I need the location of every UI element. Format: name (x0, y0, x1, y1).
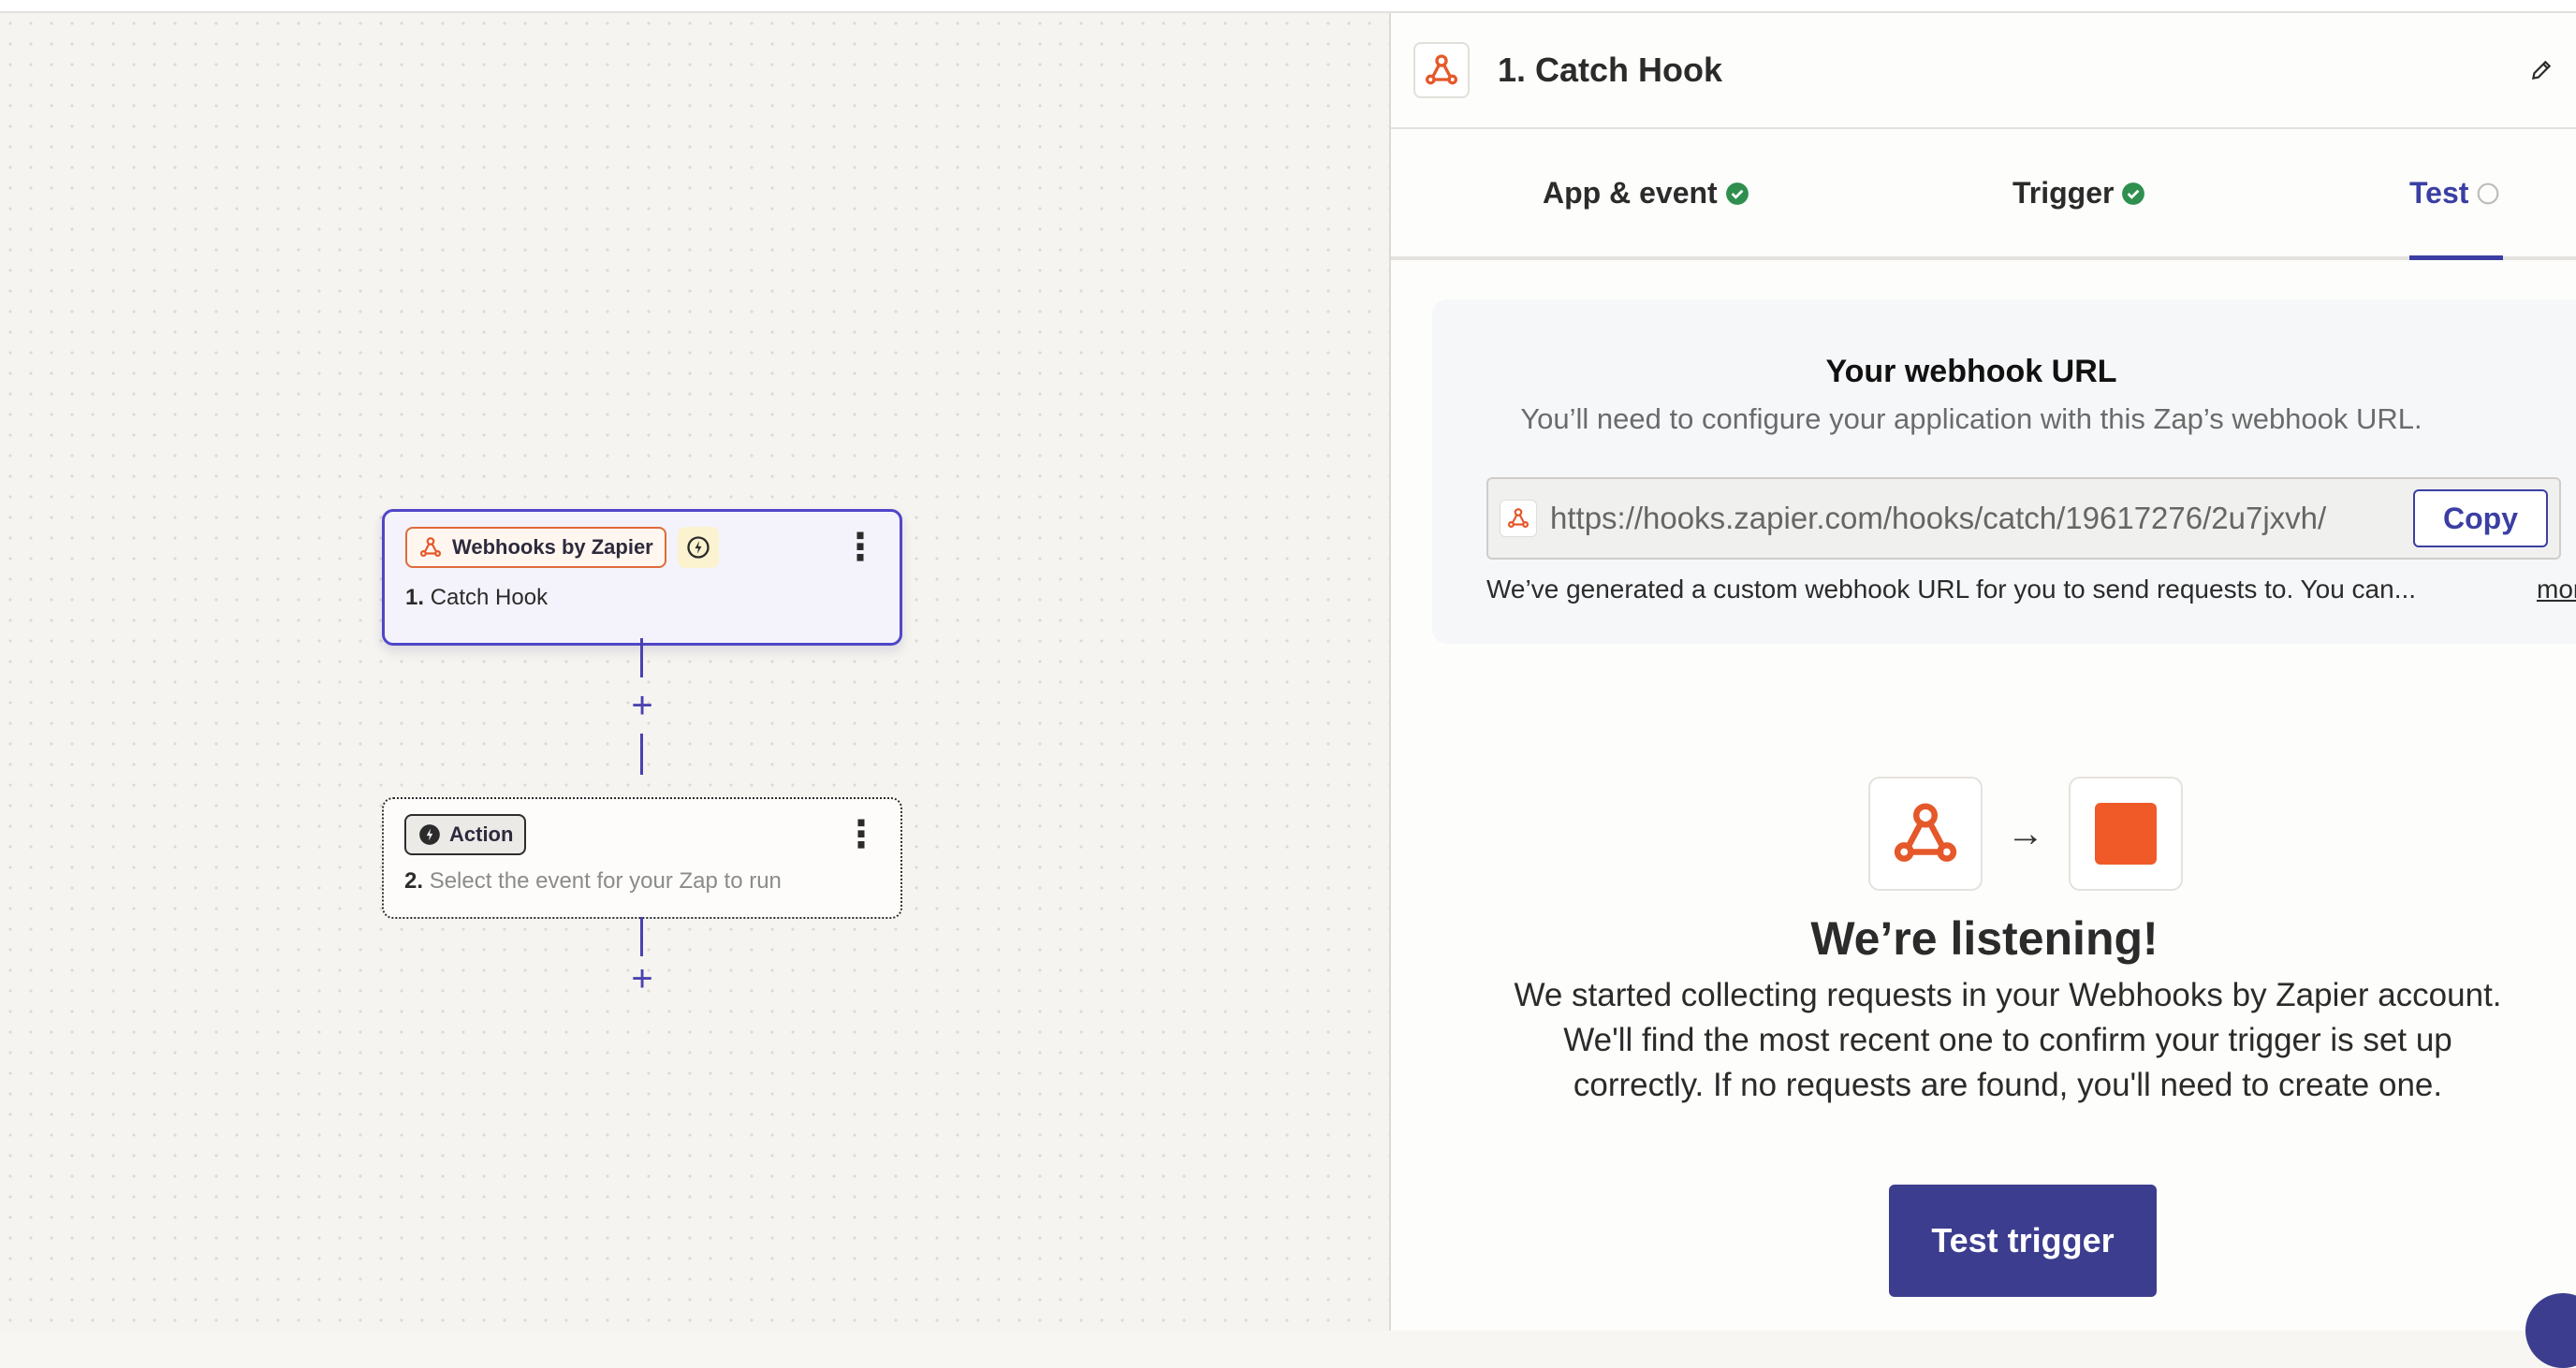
webhook-url-card: Your webhook URL You’ll need to configur… (1432, 299, 2576, 644)
action-badge-label: Action (449, 822, 514, 846)
zapier-app-tile (2069, 777, 2183, 891)
webhook-subtitle: You’ll need to configure your applicatio… (1520, 402, 2422, 435)
tab-label: Trigger (2012, 176, 2115, 210)
webhook-icon (1507, 508, 1530, 528)
webhook-url-field[interactable]: https://hooks.zapier.com/hooks/catch/196… (1486, 477, 2561, 560)
active-tab-indicator (2409, 255, 2503, 260)
webhook-icon (419, 537, 442, 557)
zapier-logo-icon (2095, 803, 2157, 865)
step-menu-button[interactable]: ⋮ (842, 529, 879, 566)
step-number: 2. (404, 868, 424, 894)
step-menu-button[interactable]: ⋮ (842, 816, 880, 853)
app-icon (1413, 42, 1470, 98)
connector-line (640, 917, 643, 956)
tab-label: Test (2409, 176, 2469, 210)
window-top-bar (0, 0, 2576, 13)
trigger-step-title: 1. Catch Hook (405, 585, 879, 611)
tab-trigger[interactable]: Trigger (2012, 176, 2145, 211)
action-step-card[interactable]: Action ⋮ 2. Select the event for your Za… (382, 797, 902, 919)
action-badge: Action (404, 814, 527, 855)
action-placeholder: Select the event for your Zap to run (429, 868, 782, 894)
webhook-note: We’ve generated a custom webhook URL for… (1486, 575, 2417, 604)
instant-trigger-badge (677, 527, 719, 568)
add-step-button[interactable]: + (625, 687, 659, 724)
webhook-icon (1894, 803, 1957, 862)
step-title-text: Catch Hook (430, 585, 549, 610)
step-tabs: App & event Trigger Test (1391, 129, 2576, 260)
pending-circle-icon (2478, 182, 2499, 204)
action-step-title: 2. Select the event for your Zap to run (404, 868, 880, 895)
listening-title: We’re listening! (1810, 912, 2159, 965)
webhook-url-text[interactable]: https://hooks.zapier.com/hooks/catch/196… (1550, 501, 2413, 536)
step-number: 1. (405, 585, 425, 610)
lightning-icon (687, 536, 710, 559)
lightning-icon (419, 824, 440, 845)
listening-illustration: → (1868, 777, 2183, 891)
tab-test[interactable]: Test (2409, 176, 2500, 211)
listening-description: We started collecting requests in your W… (1514, 977, 2502, 1103)
copy-button[interactable]: Copy (2413, 489, 2548, 547)
step-details-panel: 1. Catch Hook App & event Trigger Test Y… (1389, 13, 2576, 1368)
help-widget-button[interactable] (2525, 1293, 2576, 1368)
webhook-title: Your webhook URL (1825, 354, 2117, 389)
app-pill-webhooks: Webhooks by Zapier (405, 527, 666, 568)
arrow-right-icon: → (2007, 812, 2044, 854)
pencil-icon[interactable] (2529, 58, 2554, 82)
tab-label: App & event (1543, 176, 1718, 210)
url-app-icon (1500, 500, 1537, 537)
webhook-icon (1425, 54, 1457, 85)
trigger-step-card[interactable]: Webhooks by Zapier ⋮ 1. Catch Hook (382, 509, 902, 646)
app-pill-label: Webhooks by Zapier (452, 535, 653, 559)
add-step-button[interactable]: + (625, 960, 659, 997)
zap-editor-canvas[interactable]: Webhooks by Zapier ⋮ 1. Catch Hook + Act… (0, 13, 1389, 1331)
check-circle-icon (1725, 182, 1749, 205)
page-title: 1. Catch Hook (1498, 51, 1723, 89)
webhook-app-tile (1868, 777, 1983, 891)
connector-line (640, 638, 643, 677)
more-link[interactable]: more (2537, 575, 2576, 604)
tab-app-event[interactable]: App & event (1543, 176, 1749, 211)
panel-header: 1. Catch Hook (1391, 13, 2576, 129)
check-circle-icon (2122, 182, 2145, 205)
connector-line (640, 734, 643, 775)
test-trigger-button[interactable]: Test trigger (1889, 1185, 2157, 1297)
